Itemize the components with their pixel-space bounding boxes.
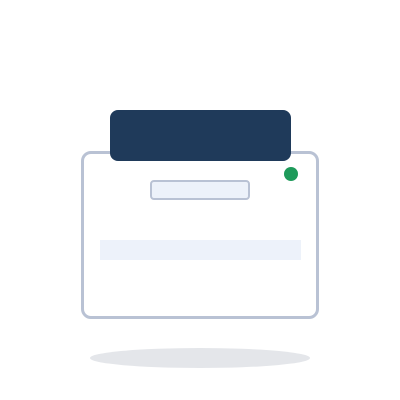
paper-slot [150,180,250,200]
status-light-icon [284,167,298,181]
printer-top-panel [110,110,291,161]
printer-body [81,151,319,319]
ground-shadow [90,348,310,368]
printer-illustration [0,0,400,400]
output-tray [100,240,301,260]
